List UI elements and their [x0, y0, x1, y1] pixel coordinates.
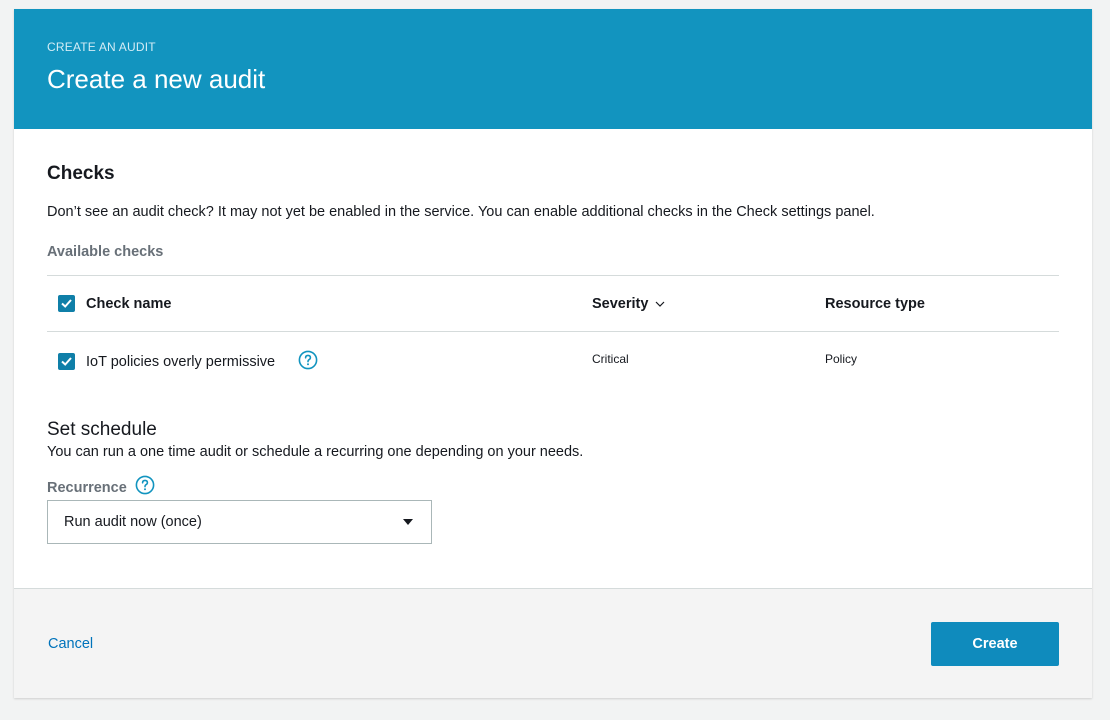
check-icon	[61, 357, 72, 366]
resource-type-cell: Policy	[825, 352, 858, 366]
schedule-heading: Set schedule	[47, 419, 157, 440]
column-header-severity[interactable]: Severity	[592, 296, 665, 312]
schedule-description: You can run a one time audit or schedule…	[47, 444, 584, 460]
select-all-checkbox[interactable]	[58, 295, 75, 312]
check-name-cell: IoT policies overly permissive	[86, 354, 276, 370]
create-audit-card: CREATE AN AUDIT Create a new audit Check…	[14, 9, 1092, 698]
recurrence-select[interactable]: Run audit now (once)	[47, 500, 432, 544]
create-button[interactable]: Create	[931, 622, 1059, 666]
help-icon[interactable]	[298, 350, 318, 370]
column-header-check-name: Check name	[86, 296, 172, 312]
row-checkbox[interactable]	[58, 353, 75, 370]
header-banner: CREATE AN AUDIT Create a new audit	[14, 9, 1092, 129]
page-title: Create a new audit	[47, 64, 266, 94]
available-checks-label: Available checks	[47, 244, 164, 260]
recurrence-selected-value: Run audit now (once)	[64, 514, 202, 530]
checks-heading: Checks	[47, 163, 115, 184]
breadcrumb: CREATE AN AUDIT	[47, 40, 156, 54]
table-top-divider	[47, 275, 1059, 276]
table-header-divider	[47, 331, 1059, 332]
help-icon[interactable]	[135, 475, 155, 495]
check-icon	[61, 299, 72, 308]
severity-header-label: Severity	[592, 296, 649, 312]
checks-description: Don’t see an audit check? It may not yet…	[47, 204, 875, 220]
column-header-resource-type: Resource type	[825, 296, 925, 312]
form-footer: Cancel Create	[14, 588, 1092, 698]
cancel-link[interactable]: Cancel	[48, 636, 93, 652]
severity-cell: Critical	[592, 352, 629, 366]
chevron-down-icon	[656, 301, 665, 307]
caret-down-icon	[403, 519, 413, 525]
recurrence-label: Recurrence	[47, 480, 127, 496]
